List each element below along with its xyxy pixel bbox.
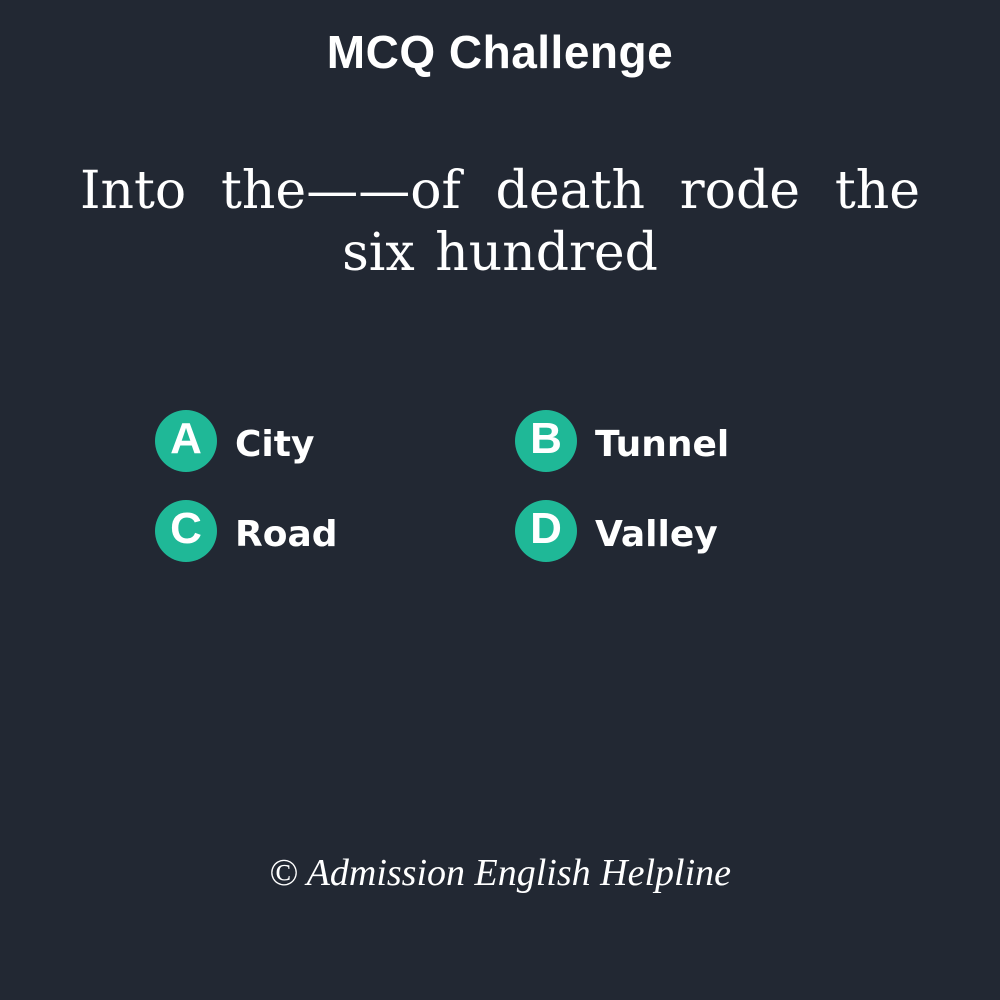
option-a-label: City	[235, 424, 315, 465]
option-d[interactable]: D Valley	[515, 500, 875, 562]
option-a[interactable]: A City	[155, 410, 515, 472]
option-c-badge: C	[155, 500, 217, 562]
option-b-badge: B	[515, 410, 577, 472]
option-b[interactable]: B Tunnel	[515, 410, 875, 472]
question-text: Into the——of death rode the six hundred	[80, 161, 920, 283]
option-c[interactable]: C Road	[155, 500, 515, 562]
option-c-label: Road	[235, 514, 338, 555]
options-grid: A City B Tunnel C Road D Valley	[155, 410, 875, 562]
option-d-badge: D	[515, 500, 577, 562]
option-b-label: Tunnel	[595, 424, 730, 465]
option-d-label: Valley	[595, 514, 718, 555]
page-title: MCQ Challenge	[326, 26, 674, 78]
copyright-footer: © Admission English Helpline	[269, 852, 731, 894]
option-a-badge: A	[155, 410, 217, 472]
